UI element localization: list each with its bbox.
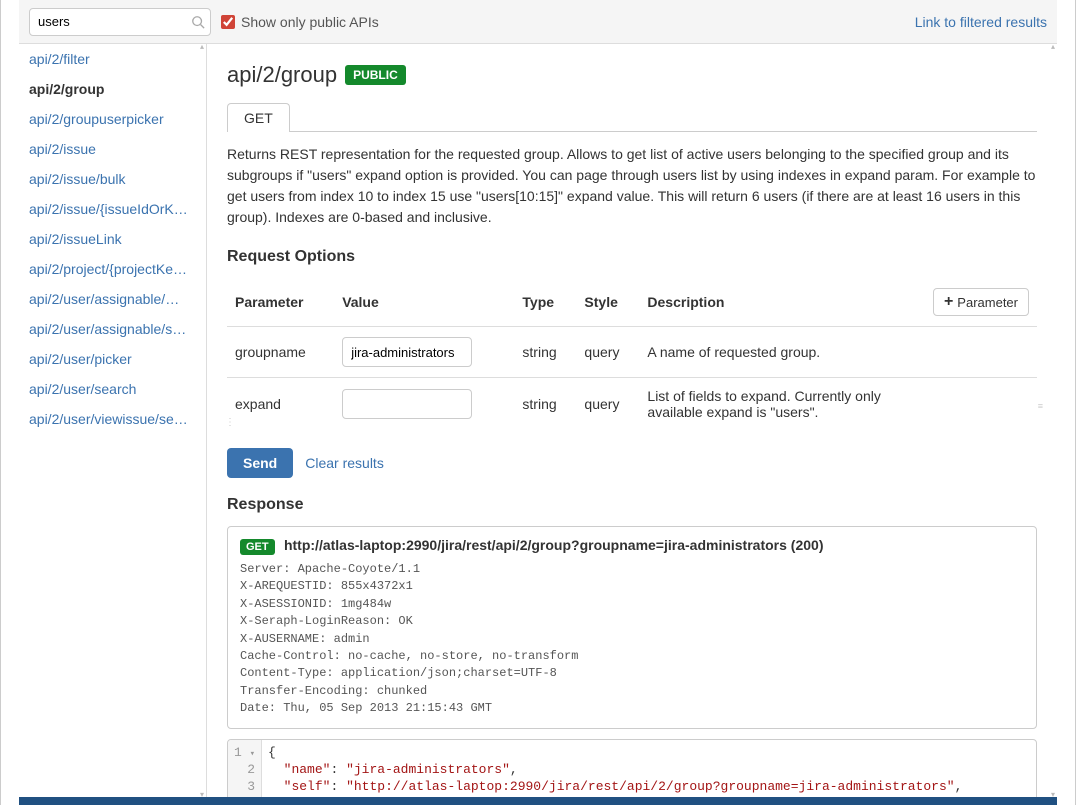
col-value: Value xyxy=(334,278,514,327)
right-scroll-handle[interactable]: ≡ xyxy=(1038,405,1043,408)
endpoint-description: Returns REST representation for the requ… xyxy=(227,144,1037,228)
param-name: groupname xyxy=(227,327,334,378)
sidebar-item[interactable]: api/2/filter xyxy=(19,44,206,74)
json-code: { "name": "jira-administrators", "self":… xyxy=(262,740,1036,797)
method-tabs: GET xyxy=(227,102,1037,132)
page-title: api/2/group PUBLIC xyxy=(227,62,1037,88)
json-viewer: 1 ▾2 3 4 ▾5 { "name": "jira-administrato… xyxy=(227,739,1037,797)
plus-icon: + xyxy=(944,294,953,310)
json-gutter: 1 ▾2 3 4 ▾5 xyxy=(228,740,262,797)
main-panel: ≡ api/2/group PUBLIC GET Returns REST re… xyxy=(207,44,1057,797)
sidebar-item[interactable]: api/2/user/assignable/… xyxy=(19,284,206,314)
sidebar-item[interactable]: api/2/groupuserpicker xyxy=(19,104,206,134)
param-type: string xyxy=(514,327,576,378)
title-text: api/2/group xyxy=(227,62,337,88)
public-badge: PUBLIC xyxy=(345,65,406,85)
sidebar-item[interactable]: api/2/user/assignable/s… xyxy=(19,314,206,344)
param-desc: A name of requested group. xyxy=(639,327,898,378)
sidebar-item[interactable]: api/2/issue/bulk xyxy=(19,164,206,194)
response-box: GET http://atlas-laptop:2990/jira/rest/a… xyxy=(227,526,1037,729)
col-description: Description xyxy=(639,278,898,327)
sidebar-item[interactable]: api/2/user/search xyxy=(19,374,206,404)
topbar: Show only public APIs Link to filtered r… xyxy=(19,0,1057,44)
tab-get[interactable]: GET xyxy=(227,103,290,132)
sidebar-item[interactable]: api/2/user/viewissue/se… xyxy=(19,404,206,434)
show-public-checkbox-wrap[interactable]: Show only public APIs xyxy=(221,14,379,30)
add-parameter-button[interactable]: + Parameter xyxy=(933,288,1029,316)
param-style: query xyxy=(576,378,639,431)
show-public-checkbox[interactable] xyxy=(221,15,235,29)
search-wrap xyxy=(29,8,211,36)
sidebar-item[interactable]: api/2/issueLink xyxy=(19,224,206,254)
api-list: api/2/filterapi/2/groupapi/2/groupuserpi… xyxy=(19,44,206,434)
sidebar-item[interactable]: api/2/project/{projectKe… xyxy=(19,254,206,284)
param-value-input[interactable] xyxy=(342,389,472,419)
param-desc: List of fields to expand. Currently only… xyxy=(639,378,898,431)
footer-bar xyxy=(19,797,1057,805)
search-input[interactable] xyxy=(29,8,211,36)
show-public-label: Show only public APIs xyxy=(241,14,379,30)
col-parameter: Parameter xyxy=(227,278,334,327)
col-type: Type xyxy=(514,278,576,327)
table-row: expand stringqueryList of fields to expan… xyxy=(227,378,1037,431)
response-url: http://atlas-laptop:2990/jira/rest/api/2… xyxy=(284,537,824,553)
param-value-input[interactable] xyxy=(342,337,472,367)
link-filtered-results[interactable]: Link to filtered results xyxy=(915,14,1047,30)
send-button[interactable]: Send xyxy=(227,448,293,478)
actions-row: Send Clear results xyxy=(227,448,1037,478)
param-style: query xyxy=(576,327,639,378)
table-row: groupname stringqueryA name of requested … xyxy=(227,327,1037,378)
col-style: Style xyxy=(576,278,639,327)
sidebar-item[interactable]: api/2/issue xyxy=(19,134,206,164)
response-headers: Server: Apache-Coyote/1.1 X-AREQUESTID: … xyxy=(240,561,1024,718)
add-param-label: Parameter xyxy=(957,295,1018,310)
response-method-badge: GET xyxy=(240,539,275,555)
sidebar-item[interactable]: api/2/issue/{issueIdOrK… xyxy=(19,194,206,224)
param-type: string xyxy=(514,378,576,431)
param-table: Parameter Value Type Style Description +… xyxy=(227,278,1037,430)
sidebar-item[interactable]: api/2/user/picker xyxy=(19,344,206,374)
search-icon xyxy=(191,15,205,29)
param-name: expand xyxy=(227,378,334,431)
request-options-heading: Request Options xyxy=(227,248,1037,266)
response-heading: Response xyxy=(227,496,1037,514)
sidebar-item[interactable]: api/2/group xyxy=(19,74,206,104)
clear-results-link[interactable]: Clear results xyxy=(305,455,384,471)
sidebar: api/2/filterapi/2/groupapi/2/groupuserpi… xyxy=(19,44,207,797)
